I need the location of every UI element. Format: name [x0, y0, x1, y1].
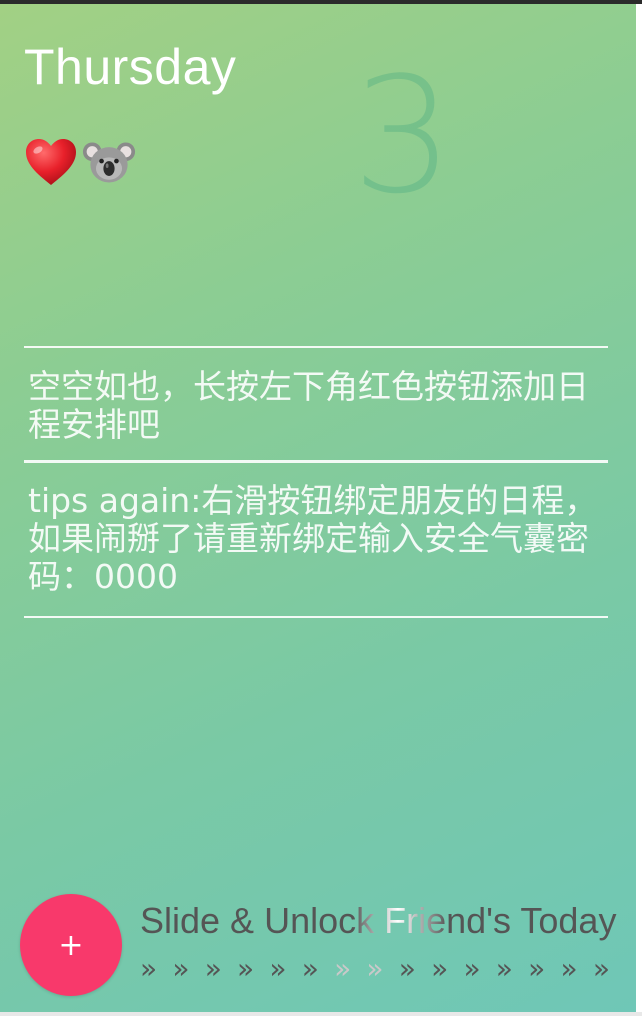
double-chevron-right-icon: » — [204, 952, 222, 985]
koala-icon — [82, 134, 136, 190]
weekday-title: Thursday — [24, 39, 237, 95]
divider-top — [24, 346, 608, 348]
add-schedule-button[interactable]: + — [20, 894, 122, 996]
plus-icon: + — [58, 927, 84, 963]
double-chevron-right-icon: » — [560, 952, 578, 985]
double-chevron-right-icon: » — [431, 952, 449, 985]
double-chevron-right-icon: » — [398, 952, 416, 985]
window-edge-bottom — [0, 1012, 642, 1016]
window-edge-right — [636, 4, 642, 1016]
double-chevron-right-icon: » — [269, 952, 287, 985]
double-chevron-right-icon: » — [140, 952, 158, 985]
divider-bottom — [24, 616, 608, 618]
double-chevron-right-icon: » — [592, 952, 610, 985]
double-chevron-right-icon: » — [366, 952, 384, 985]
red-heart-icon — [24, 134, 78, 190]
emoji-row — [24, 132, 136, 192]
double-chevron-right-icon: » — [463, 952, 481, 985]
divider-middle — [24, 460, 608, 463]
double-chevron-right-icon: » — [172, 952, 190, 985]
slide-unlock-arrows[interactable]: » » » » » » » » » » » » » » » — [140, 954, 610, 984]
double-chevron-right-icon: » — [237, 952, 255, 985]
day-card: Thursday 3 空空如也，长按左下角红色按钮添加日程安排吧 tips ag… — [0, 4, 636, 1012]
double-chevron-right-icon: » — [334, 952, 352, 985]
date-number: 3 — [352, 42, 454, 229]
double-chevron-right-icon: » — [528, 952, 546, 985]
double-chevron-right-icon: » — [495, 952, 513, 985]
note-tips: tips again:右滑按钮绑定朋友的日程，如果闹掰了请重新绑定输入安全气囊密… — [28, 481, 598, 596]
double-chevron-right-icon: » — [301, 952, 319, 985]
note-empty-hint: 空空如也，长按左下角红色按钮添加日程安排吧 — [28, 367, 589, 444]
slide-unlock-label[interactable]: Slide & Unlock Friend's Today — [140, 900, 636, 942]
